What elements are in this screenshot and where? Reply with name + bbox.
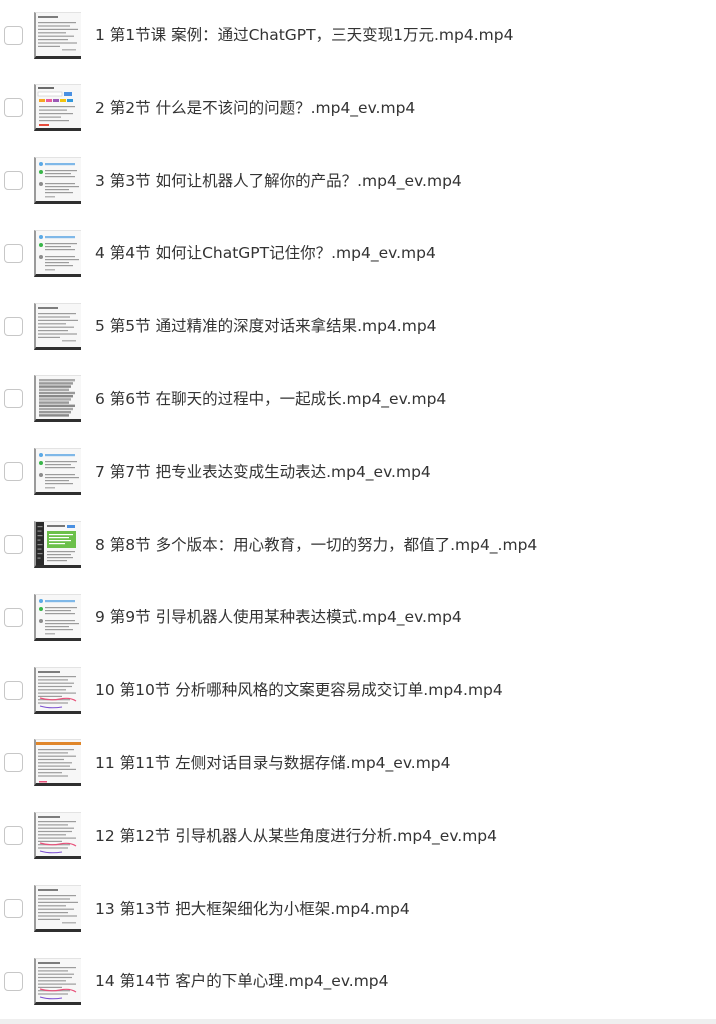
file-row[interactable]: 7 第7节 把专业表达变成生动表达.mp4_ev.mp4 [0, 435, 716, 508]
file-row[interactable]: 5 第5节 通过精准的深度对话来拿结果.mp4.mp4 [0, 290, 716, 363]
file-name[interactable]: 11 第11节 左侧对话目录与数据存储.mp4_ev.mp4 [95, 753, 451, 773]
file-row[interactable]: 12 第12节 引导机器人从某些角度进行分析.mp4_ev.mp4 [0, 799, 716, 872]
file-row[interactable]: 1 第1节课 案例：通过ChatGPT，三天变现1万元.mp4.mp4 [0, 0, 716, 71]
video-thumbnail[interactable] [34, 375, 81, 423]
file-row[interactable]: 3 第3节 如何让机器人了解你的产品？.mp4_ev.mp4 [0, 144, 716, 217]
video-thumbnail[interactable] [34, 157, 81, 205]
bottom-divider [0, 1019, 716, 1024]
video-thumbnail[interactable] [34, 302, 81, 350]
file-checkbox[interactable] [4, 680, 23, 700]
file-row[interactable]: 14 第14节 客户的下单心理.mp4_ev.mp4 [0, 945, 716, 1018]
video-thumbnail[interactable] [34, 84, 81, 132]
file-name[interactable]: 7 第7节 把专业表达变成生动表达.mp4_ev.mp4 [95, 462, 431, 482]
file-row[interactable]: 8 第8节 多个版本：用心教育，一切的努力，都值了.mp4_.mp4 [0, 508, 716, 581]
file-row[interactable]: 4 第4节 如何让ChatGPT记住你？.mp4_ev.mp4 [0, 217, 716, 290]
file-name[interactable]: 6 第6节 在聊天的过程中，一起成长.mp4_ev.mp4 [95, 389, 446, 409]
video-thumbnail[interactable] [34, 957, 81, 1005]
file-checkbox[interactable] [4, 25, 23, 45]
file-checkbox[interactable] [4, 243, 23, 263]
file-name[interactable]: 10 第10节 分析哪种风格的文案更容易成交订单.mp4.mp4 [95, 680, 503, 700]
file-row[interactable]: 10 第10节 分析哪种风格的文案更容易成交订单.mp4.mp4 [0, 654, 716, 727]
file-checkbox[interactable] [4, 98, 23, 118]
file-row[interactable]: 6 第6节 在聊天的过程中，一起成长.mp4_ev.mp4 [0, 363, 716, 436]
file-checkbox[interactable] [4, 316, 23, 336]
video-thumbnail[interactable] [34, 666, 81, 714]
file-name[interactable]: 9 第9节 引导机器人使用某种表达模式.mp4_ev.mp4 [95, 607, 462, 627]
file-row[interactable]: 13 第13节 把大框架细化为小框架.mp4.mp4 [0, 872, 716, 945]
file-row[interactable]: 9 第9节 引导机器人使用某种表达模式.mp4_ev.mp4 [0, 581, 716, 654]
file-name[interactable]: 5 第5节 通过精准的深度对话来拿结果.mp4.mp4 [95, 316, 437, 336]
file-checkbox[interactable] [4, 826, 23, 846]
file-checkbox[interactable] [4, 389, 23, 409]
file-name[interactable]: 4 第4节 如何让ChatGPT记住你？.mp4_ev.mp4 [95, 243, 436, 263]
file-name[interactable]: 12 第12节 引导机器人从某些角度进行分析.mp4_ev.mp4 [95, 826, 497, 846]
file-checkbox[interactable] [4, 462, 23, 482]
file-checkbox[interactable] [4, 753, 23, 773]
video-thumbnail[interactable] [34, 229, 81, 277]
file-checkbox[interactable] [4, 607, 23, 627]
file-name[interactable]: 8 第8节 多个版本：用心教育，一切的努力，都值了.mp4_.mp4 [95, 535, 537, 555]
video-thumbnail[interactable] [34, 812, 81, 860]
video-thumbnail[interactable] [34, 593, 81, 641]
video-thumbnail[interactable] [34, 448, 81, 496]
file-name[interactable]: 1 第1节课 案例：通过ChatGPT，三天变现1万元.mp4.mp4 [95, 25, 513, 45]
file-list: 1 第1节课 案例：通过ChatGPT，三天变现1万元.mp4.mp4 2 第2节… [0, 0, 716, 1019]
video-thumbnail[interactable] [34, 11, 81, 59]
file-checkbox[interactable] [4, 171, 23, 191]
file-name[interactable]: 14 第14节 客户的下单心理.mp4_ev.mp4 [95, 971, 389, 991]
file-checkbox[interactable] [4, 899, 23, 919]
file-name[interactable]: 2 第2节 什么是不该问的问题？.mp4_ev.mp4 [95, 98, 415, 118]
video-thumbnail[interactable] [34, 885, 81, 933]
file-checkbox[interactable] [4, 971, 23, 991]
file-row[interactable]: 2 第2节 什么是不该问的问题？.mp4_ev.mp4 [0, 71, 716, 144]
file-row[interactable]: 11 第11节 左侧对话目录与数据存储.mp4_ev.mp4 [0, 727, 716, 800]
video-thumbnail[interactable] [34, 521, 81, 569]
file-name[interactable]: 13 第13节 把大框架细化为小框架.mp4.mp4 [95, 899, 410, 919]
file-name[interactable]: 3 第3节 如何让机器人了解你的产品？.mp4_ev.mp4 [95, 171, 462, 191]
video-thumbnail[interactable] [34, 739, 81, 787]
file-checkbox[interactable] [4, 535, 23, 555]
